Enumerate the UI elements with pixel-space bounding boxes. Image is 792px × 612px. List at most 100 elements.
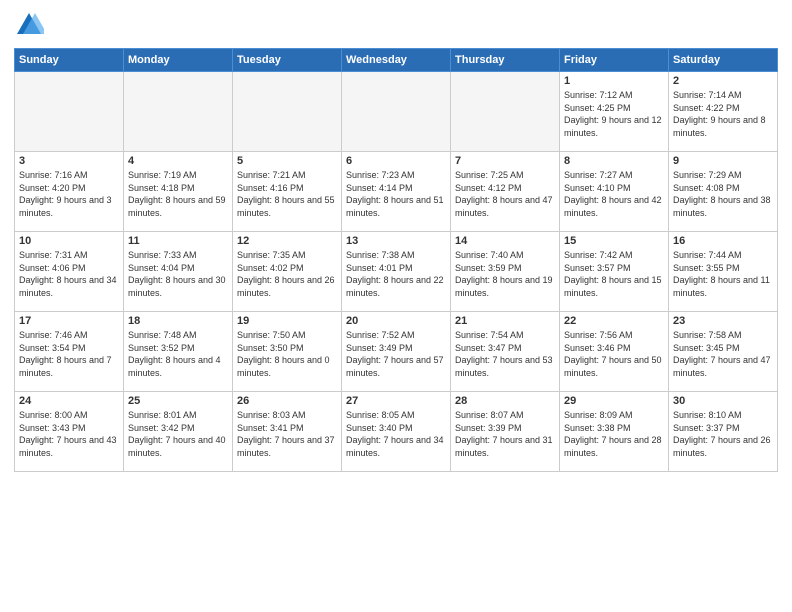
weekday-saturday: Saturday [669,49,778,72]
day-number: 8 [564,155,664,167]
day-cell: 13 Sunrise: 7:38 AMSunset: 4:01 PMDayligh… [342,232,451,312]
logo-icon [14,10,44,40]
day-cell [124,72,233,152]
day-number: 29 [564,395,664,407]
day-cell: 18 Sunrise: 7:48 AMSunset: 3:52 PMDayligh… [124,312,233,392]
day-number: 6 [346,155,446,167]
day-info: Sunrise: 7:48 AMSunset: 3:52 PMDaylight:… [128,329,228,379]
day-number: 5 [237,155,337,167]
day-cell: 14Sunrise: 7:40 AMSunset: 3:59 PMDayligh… [451,232,560,312]
day-cell: 27 Sunrise: 8:05 AMSunset: 3:40 PMDayligh… [342,392,451,472]
day-cell: 28Sunrise: 8:07 AMSunset: 3:39 PMDayligh… [451,392,560,472]
week-row-2: 10 Sunrise: 7:31 AMSunset: 4:06 PMDayligh… [15,232,778,312]
day-info: Sunrise: 7:23 AMSunset: 4:14 PMDaylight:… [346,169,446,219]
day-cell: 2 Sunrise: 7:14 AMSunset: 4:22 PMDaylight… [669,72,778,152]
day-cell: 9 Sunrise: 7:29 AMSunset: 4:08 PMDaylight… [669,152,778,232]
day-info: Sunrise: 7:38 AMSunset: 4:01 PMDaylight:… [346,249,446,299]
day-cell [342,72,451,152]
day-number: 24 [19,395,119,407]
weekday-thursday: Thursday [451,49,560,72]
day-number: 22 [564,315,664,327]
day-number: 17 [19,315,119,327]
day-number: 13 [346,235,446,247]
day-number: 15 [564,235,664,247]
day-cell [451,72,560,152]
day-cell: 21Sunrise: 7:54 AMSunset: 3:47 PMDayligh… [451,312,560,392]
day-cell: 7 Sunrise: 7:25 AMSunset: 4:12 PMDaylight… [451,152,560,232]
day-info: Sunrise: 7:31 AMSunset: 4:06 PMDaylight:… [19,249,119,299]
day-cell: 19Sunrise: 7:50 AMSunset: 3:50 PMDayligh… [233,312,342,392]
day-cell: 20 Sunrise: 7:52 AMSunset: 3:49 PMDayligh… [342,312,451,392]
day-info: Sunrise: 7:40 AMSunset: 3:59 PMDaylight:… [455,249,555,299]
day-number: 12 [237,235,337,247]
day-cell [233,72,342,152]
header [14,10,778,40]
day-cell: 4 Sunrise: 7:19 AMSunset: 4:18 PMDaylight… [124,152,233,232]
page: SundayMondayTuesdayWednesdayThursdayFrid… [0,0,792,612]
day-number: 26 [237,395,337,407]
logo [14,10,48,40]
day-info: Sunrise: 7:58 AMSunset: 3:45 PMDaylight:… [673,329,773,379]
day-number: 20 [346,315,446,327]
day-info: Sunrise: 7:52 AMSunset: 3:49 PMDaylight:… [346,329,446,379]
calendar-table: SundayMondayTuesdayWednesdayThursdayFrid… [14,48,778,472]
day-info: Sunrise: 7:21 AMSunset: 4:16 PMDaylight:… [237,169,337,219]
day-number: 11 [128,235,228,247]
day-cell: 30 Sunrise: 8:10 AMSunset: 3:37 PMDayligh… [669,392,778,472]
day-info: Sunrise: 7:12 AMSunset: 4:25 PMDaylight:… [564,89,664,139]
day-info: Sunrise: 8:09 AMSunset: 3:38 PMDaylight:… [564,409,664,459]
day-info: Sunrise: 7:35 AMSunset: 4:02 PMDaylight:… [237,249,337,299]
day-cell: 29 Sunrise: 8:09 AMSunset: 3:38 PMDayligh… [560,392,669,472]
day-info: Sunrise: 8:01 AMSunset: 3:42 PMDaylight:… [128,409,228,459]
day-number: 9 [673,155,773,167]
day-cell: 17 Sunrise: 7:46 AMSunset: 3:54 PMDayligh… [15,312,124,392]
day-cell: 24 Sunrise: 8:00 AMSunset: 3:43 PMDayligh… [15,392,124,472]
day-cell: 8Sunrise: 7:27 AMSunset: 4:10 PMDaylight… [560,152,669,232]
day-cell: 3Sunrise: 7:16 AMSunset: 4:20 PMDaylight… [15,152,124,232]
day-info: Sunrise: 8:03 AMSunset: 3:41 PMDaylight:… [237,409,337,459]
day-number: 25 [128,395,228,407]
day-number: 23 [673,315,773,327]
day-cell: 1 Sunrise: 7:12 AMSunset: 4:25 PMDaylight… [560,72,669,152]
day-cell: 26 Sunrise: 8:03 AMSunset: 3:41 PMDayligh… [233,392,342,472]
day-number: 21 [455,315,555,327]
day-cell: 12 Sunrise: 7:35 AMSunset: 4:02 PMDayligh… [233,232,342,312]
day-info: Sunrise: 7:56 AMSunset: 3:46 PMDaylight:… [564,329,664,379]
day-info: Sunrise: 7:33 AMSunset: 4:04 PMDaylight:… [128,249,228,299]
weekday-header-row: SundayMondayTuesdayWednesdayThursdayFrid… [15,49,778,72]
day-number: 27 [346,395,446,407]
day-cell: 10 Sunrise: 7:31 AMSunset: 4:06 PMDayligh… [15,232,124,312]
day-info: Sunrise: 8:10 AMSunset: 3:37 PMDaylight:… [673,409,773,459]
day-cell: 16 Sunrise: 7:44 AMSunset: 3:55 PMDayligh… [669,232,778,312]
day-info: Sunrise: 7:29 AMSunset: 4:08 PMDaylight:… [673,169,773,219]
day-info: Sunrise: 7:44 AMSunset: 3:55 PMDaylight:… [673,249,773,299]
day-info: Sunrise: 8:05 AMSunset: 3:40 PMDaylight:… [346,409,446,459]
day-number: 10 [19,235,119,247]
week-row-4: 24 Sunrise: 8:00 AMSunset: 3:43 PMDayligh… [15,392,778,472]
day-info: Sunrise: 7:46 AMSunset: 3:54 PMDaylight:… [19,329,119,379]
day-number: 18 [128,315,228,327]
day-number: 7 [455,155,555,167]
day-number: 30 [673,395,773,407]
day-info: Sunrise: 7:16 AMSunset: 4:20 PMDaylight:… [19,169,119,219]
day-number: 2 [673,75,773,87]
day-number: 1 [564,75,664,87]
day-info: Sunrise: 8:07 AMSunset: 3:39 PMDaylight:… [455,409,555,459]
week-row-3: 17 Sunrise: 7:46 AMSunset: 3:54 PMDayligh… [15,312,778,392]
day-number: 16 [673,235,773,247]
day-cell: 22 Sunrise: 7:56 AMSunset: 3:46 PMDayligh… [560,312,669,392]
day-info: Sunrise: 7:25 AMSunset: 4:12 PMDaylight:… [455,169,555,219]
day-info: Sunrise: 7:42 AMSunset: 3:57 PMDaylight:… [564,249,664,299]
day-cell: 15 Sunrise: 7:42 AMSunset: 3:57 PMDayligh… [560,232,669,312]
weekday-tuesday: Tuesday [233,49,342,72]
day-info: Sunrise: 7:14 AMSunset: 4:22 PMDaylight:… [673,89,773,139]
week-row-1: 3Sunrise: 7:16 AMSunset: 4:20 PMDaylight… [15,152,778,232]
day-info: Sunrise: 7:19 AMSunset: 4:18 PMDaylight:… [128,169,228,219]
day-number: 4 [128,155,228,167]
day-cell [15,72,124,152]
day-cell: 23 Sunrise: 7:58 AMSunset: 3:45 PMDayligh… [669,312,778,392]
day-info: Sunrise: 7:50 AMSunset: 3:50 PMDaylight:… [237,329,337,379]
day-cell: 5 Sunrise: 7:21 AMSunset: 4:16 PMDaylight… [233,152,342,232]
day-info: Sunrise: 8:00 AMSunset: 3:43 PMDaylight:… [19,409,119,459]
weekday-wednesday: Wednesday [342,49,451,72]
